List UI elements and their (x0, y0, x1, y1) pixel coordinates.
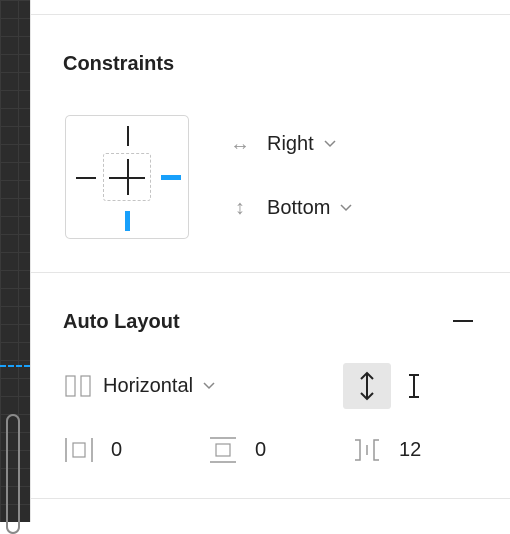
layout-direction-dropdown[interactable]: Horizontal (65, 366, 215, 406)
constraint-center-horizontal[interactable] (109, 177, 145, 179)
constraint-widget[interactable] (65, 115, 189, 239)
vertical-padding-icon (210, 437, 236, 463)
constraint-bottom-toggle[interactable] (125, 211, 130, 231)
vertical-constraint-value: Bottom (267, 196, 331, 219)
canvas-area[interactable] (0, 0, 30, 534)
canvas-scrollbar[interactable] (6, 414, 20, 534)
vertical-arrows-icon: ↕ (235, 196, 245, 219)
horizontal-padding-field[interactable]: 0 (65, 430, 122, 470)
alignment-toggle-button[interactable] (343, 363, 391, 409)
chevron-down-icon (203, 382, 215, 390)
canvas-guide-line (0, 365, 30, 367)
text-cursor-icon[interactable] (407, 373, 421, 399)
section-divider (31, 498, 510, 499)
constraint-right-toggle[interactable] (161, 175, 181, 180)
columns-icon (65, 375, 91, 397)
layout-direction-value: Horizontal (103, 374, 194, 397)
horizontal-constraint-dropdown[interactable]: ↔ Right (225, 124, 336, 164)
constraints-title: Constraints (63, 53, 175, 75)
spacing-between-icon (355, 439, 379, 461)
vertical-resize-icon (360, 371, 374, 401)
constraint-top-toggle[interactable] (127, 126, 129, 146)
section-divider (31, 14, 510, 15)
minus-icon[interactable] (451, 313, 475, 329)
properties-panel: Constraints ↔ Right ↕ Bottom Auto Layout (30, 0, 510, 522)
chevron-down-icon (340, 204, 352, 212)
section-divider (31, 272, 510, 273)
item-spacing-field[interactable]: 12 (353, 430, 421, 470)
vertical-constraint-dropdown[interactable]: ↕ Bottom (225, 188, 352, 228)
horizontal-constraint-value: Right (267, 132, 314, 155)
auto-layout-title: Auto Layout (63, 311, 180, 333)
horizontal-arrows-icon: ↔ (230, 132, 250, 155)
vertical-padding-value: 0 (255, 438, 267, 461)
vertical-padding-field[interactable]: 0 (209, 430, 266, 470)
item-spacing-value: 12 (399, 438, 422, 461)
horizontal-padding-value: 0 (111, 438, 123, 461)
chevron-down-icon (324, 140, 336, 148)
constraint-left-toggle[interactable] (76, 177, 96, 179)
horizontal-padding-icon (65, 438, 93, 462)
